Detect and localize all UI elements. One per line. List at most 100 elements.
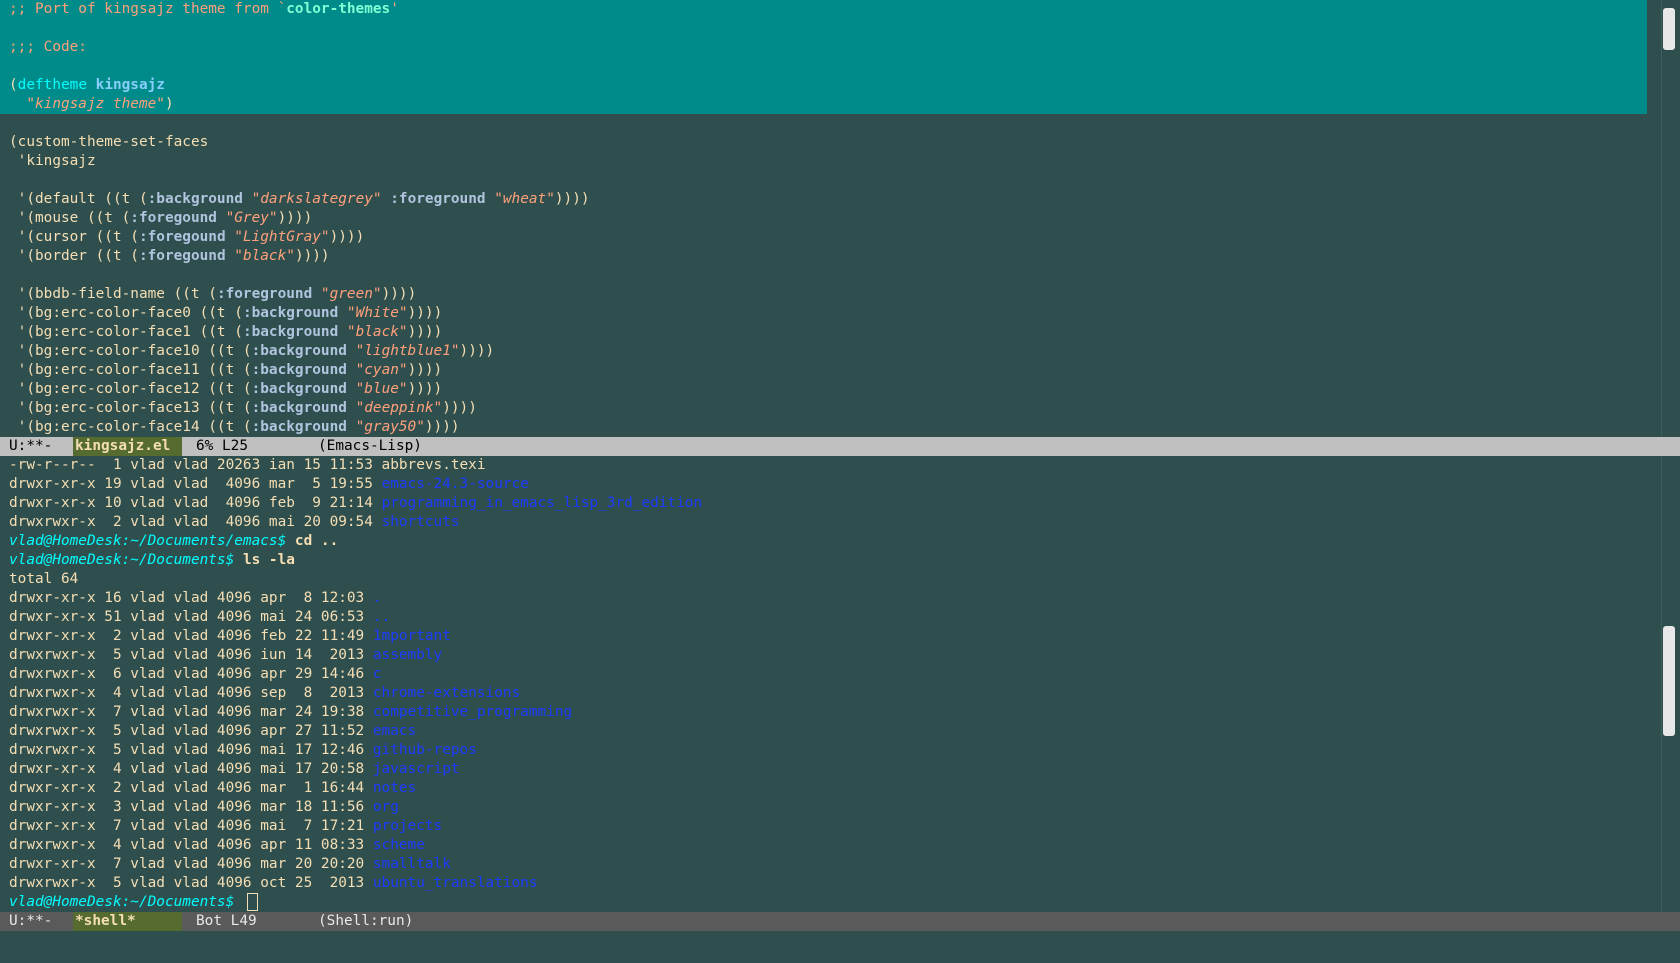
editor-scrollbar[interactable] [1661, 0, 1676, 437]
minibuffer[interactable] [0, 931, 1680, 963]
shell-line: vlad@HomeDesk:~/Documents$ ls -la [0, 551, 1658, 570]
directory-link[interactable]: competitive_programming [373, 704, 572, 720]
code-line: 'kingsajz [0, 152, 1658, 171]
directory-link[interactable]: chrome-extensions [373, 685, 520, 701]
text-token: drwxrwxr-x 5 vlad vlad 4096 apr 27 11:52 [9, 723, 373, 739]
text-token: drwxr-xr-x 2 vlad vlad 4096 mar 1 16:44 [9, 780, 373, 796]
text-token: '(border ((t ( [9, 248, 139, 264]
directory-link[interactable]: .. [373, 609, 390, 625]
text-token: )))) [381, 286, 417, 302]
directory-link[interactable]: emacs [373, 723, 416, 739]
shell-window[interactable]: -rw-r--r-- 1 vlad vlad 20263 ian 15 11:5… [0, 456, 1680, 912]
keyword-arg: :foreground [390, 191, 486, 207]
string-literal: "green" [320, 286, 382, 302]
keyword-arg: :background [251, 381, 347, 397]
directory-link[interactable]: c [373, 666, 382, 682]
directory-link[interactable]: smalltalk [373, 856, 451, 872]
shell-buffer[interactable]: -rw-r--r-- 1 vlad vlad 20263 ian 15 11:5… [0, 456, 1658, 912]
shell-scrollbar[interactable] [1661, 456, 1676, 912]
text-token: drwxrwxr-x 4 vlad vlad 4096 apr 11 08:33 [9, 837, 373, 853]
keyword-arg: :background [251, 400, 347, 416]
string-literal: "black" [346, 324, 408, 340]
shell-line: total 64 [0, 570, 1658, 589]
keyword-arg: :background [251, 419, 347, 435]
string-literal: "cyan" [355, 362, 408, 378]
shell-scrollbar-thumb[interactable] [1663, 626, 1675, 736]
text-token: drwxrwxr-x 5 vlad vlad 4096 iun 14 2013 [9, 647, 373, 663]
modeline-status: U:**- [9, 913, 53, 929]
directory-link[interactable]: shortcuts [382, 514, 460, 530]
modeline-position: Bot L49 [196, 913, 257, 929]
shell-line: drwxrwxr-x 5 vlad vlad 4096 oct 25 2013 … [0, 874, 1658, 893]
shell-line: vlad@HomeDesk:~/Documents$ [0, 893, 1658, 912]
text-token: )))) [407, 324, 443, 340]
shell-mode-line[interactable]: U:**- *shell* Bot L49 (Shell:run) [0, 912, 1680, 931]
editor-window[interactable]: ;; Port of kingsajz theme from `color-th… [0, 0, 1680, 437]
code-line: '(bg:erc-color-face0 ((t (:background "W… [0, 304, 1658, 323]
editor-mode-line[interactable]: U:**- kingsajz.el 6% L25 (Emacs-Lisp) [0, 437, 1680, 456]
shell-line: drwxr-xr-x 2 vlad vlad 4096 mar 1 16:44 … [0, 779, 1658, 798]
code-line: '(default ((t (:background "darkslategre… [0, 190, 1658, 209]
string-literal: "lightblue1" [355, 343, 460, 359]
code-buffer[interactable]: ;; Port of kingsajz theme from `color-th… [0, 0, 1658, 437]
shell-command: cd .. [294, 533, 339, 549]
string-literal: "deeppink" [355, 400, 443, 416]
directory-link[interactable]: github-repos [373, 742, 477, 758]
directory-link[interactable]: notes [373, 780, 416, 796]
shell-line: drwxr-xr-x 4 vlad vlad 4096 mai 17 20:58… [0, 760, 1658, 779]
string-literal: "kingsajz theme" [26, 96, 165, 112]
modeline-position: 6% L25 [196, 438, 248, 454]
text-token: '(cursor ((t ( [9, 229, 139, 245]
directory-link[interactable]: emacs-24.3-source [382, 476, 529, 492]
shell-line: drwxrwxr-x 6 vlad vlad 4096 apr 29 14:46… [0, 665, 1658, 684]
directory-link[interactable]: projects [373, 818, 442, 834]
text-token: drwxr-xr-x 19 vlad vlad 4096 mar 5 19:55 [9, 476, 382, 492]
editor-scrollbar-thumb[interactable] [1663, 8, 1675, 50]
text-token: 'kingsajz [9, 153, 96, 169]
text-token: ( [9, 77, 18, 93]
text-token: drwxrwxr-x 2 vlad vlad 4096 mai 20 09:54 [9, 514, 382, 530]
code-line: '(bg:erc-color-face1 ((t (:background "b… [0, 323, 1658, 342]
shell-line: drwxr-xr-x 7 vlad vlad 4096 mar 20 20:20… [0, 855, 1658, 874]
directory-link[interactable]: scheme [373, 837, 425, 853]
code-line: '(bg:erc-color-face11 ((t (:background "… [0, 361, 1658, 380]
directory-link[interactable]: assembly [373, 647, 442, 663]
directory-link[interactable]: 1mportant [373, 628, 451, 644]
text-token: '(default ((t ( [9, 191, 148, 207]
modeline-buffer-name[interactable]: *shell* [73, 912, 182, 931]
modeline-buffer-name[interactable]: kingsajz.el [73, 437, 182, 456]
keyword-arg: :foreground [216, 286, 313, 302]
string-literal: "wheat" [494, 191, 555, 207]
code-line: ;;; Code: [0, 38, 1658, 57]
text-token: '(bg:erc-color-face10 ((t ( [9, 343, 252, 359]
comment-text: ;;; Code: [9, 39, 87, 55]
text-token: drwxr-xr-x 51 vlad vlad 4096 mai 24 06:5… [9, 609, 373, 625]
keyword: deftheme [17, 77, 87, 93]
text-token: '(bg:erc-color-face1 ((t ( [9, 324, 243, 340]
directory-link[interactable]: javascript [373, 761, 460, 777]
modeline-major-mode[interactable]: (Shell:run) [318, 912, 413, 931]
comment-text: ' [390, 1, 399, 17]
code-line: (custom-theme-set-faces [0, 133, 1658, 152]
directory-link[interactable]: ubuntu_translations [373, 875, 538, 891]
shell-prompt: vlad@HomeDesk:~/Documents$ [9, 894, 235, 910]
shell-line: drwxr-xr-x 3 vlad vlad 4096 mar 18 11:56… [0, 798, 1658, 817]
keyword-arg: :foregound [138, 248, 226, 264]
code-line: '(mouse ((t (:foregound "Grey")))) [0, 209, 1658, 228]
shell-command: ls -la [242, 552, 295, 568]
text-token: drwxrwxr-x 5 vlad vlad 4096 mai 17 12:46 [9, 742, 373, 758]
directory-link[interactable]: programming_in_emacs_lisp_3rd_edition [382, 495, 703, 511]
directory-link[interactable]: . [373, 590, 382, 606]
text-token: ) [164, 96, 174, 112]
text-token: drwxr-xr-x 10 vlad vlad 4096 feb 9 21:14 [9, 495, 382, 511]
text-token: )))) [277, 210, 313, 226]
shell-prompt: vlad@HomeDesk:~/Documents/emacs$ [9, 533, 287, 549]
string-literal: "black" [234, 248, 295, 264]
directory-link[interactable]: org [373, 799, 399, 815]
modeline-major-mode[interactable]: (Emacs-Lisp) [318, 437, 422, 456]
